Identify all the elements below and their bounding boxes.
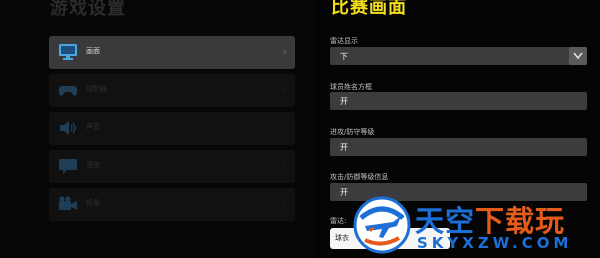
gamepad-icon: [58, 81, 78, 99]
menu-item-label: 视角: [86, 199, 100, 207]
menu-item-display[interactable]: 画面 ›: [49, 36, 295, 69]
setting-value: 开: [340, 97, 348, 106]
monitor-icon: [58, 43, 78, 61]
menu-item-label: 声音: [86, 123, 100, 131]
chevron-right-icon: ›: [282, 159, 287, 172]
settings-title: 游戏设置: [50, 0, 126, 19]
panel-title: 比赛画面: [331, 0, 407, 18]
radar-display-select[interactable]: 下: [330, 47, 587, 65]
player-name-box-toggle[interactable]: 开: [330, 92, 587, 110]
chat-bubble-icon: [58, 157, 78, 175]
settings-category-panel: 游戏设置 画面 › 控制器 › 声音 › 语言 › 视角 ›: [0, 0, 315, 257]
popup-text: 球衣: [335, 234, 349, 242]
watermark-url: SKYXZW.COM: [417, 234, 573, 252]
setting-label-player-name-box: 球员姓名方框: [330, 83, 372, 91]
attack-defense-level-toggle[interactable]: 开: [330, 138, 587, 156]
chevron-right-icon: ›: [282, 197, 287, 210]
menu-item-camera[interactable]: 视角 ›: [49, 188, 295, 221]
setting-value: 下: [340, 52, 348, 61]
menu-item-label: 控制器: [86, 85, 107, 93]
chevron-right-icon: ›: [282, 121, 287, 134]
menu-item-label: 语言: [86, 161, 100, 169]
menu-item-controller[interactable]: 控制器 ›: [49, 74, 295, 107]
setting-label-attack-defense-level: 进攻/防守等级: [330, 128, 375, 136]
speaker-icon: [58, 119, 78, 137]
setting-label-radar: 雷达显示: [330, 37, 358, 45]
dropdown-button[interactable]: [569, 47, 587, 65]
watermark: 天空下载玩 SKYXZW.COM: [353, 196, 598, 254]
chevron-right-icon: ›: [282, 83, 287, 96]
camera-icon: [58, 195, 78, 213]
chevron-down-icon: [573, 52, 583, 60]
chevron-right-icon: ›: [282, 45, 287, 58]
menu-item-language[interactable]: 语言 ›: [49, 150, 295, 183]
setting-label-attack-defense-info: 攻击/防御等级信息: [330, 173, 389, 181]
setting-value: 开: [340, 143, 348, 152]
menu-item-sound[interactable]: 声音 ›: [49, 112, 295, 145]
setting-label-radar-2: 雷达:: [330, 217, 347, 225]
setting-value: 开: [340, 188, 348, 197]
menu-item-label: 画面: [86, 47, 100, 55]
site-logo-icon: [353, 196, 411, 254]
